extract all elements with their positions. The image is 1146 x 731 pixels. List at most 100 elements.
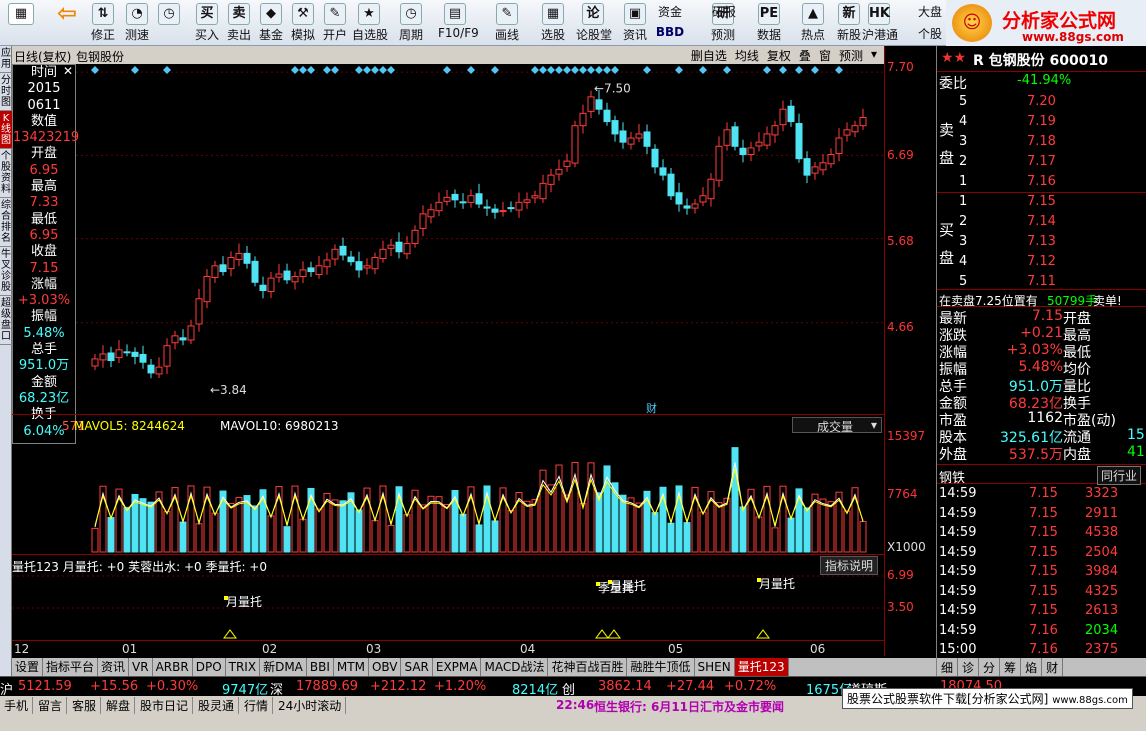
buy-price[interactable]: 7.15 [1027, 194, 1056, 214]
period-label[interactable]: 日线(复权) [14, 48, 71, 65]
close-icon[interactable]: ✕ [63, 65, 73, 77]
status-link[interactable]: 解盘 [102, 697, 136, 714]
status-link[interactable]: 股市日记 [136, 697, 194, 714]
chart-tool-button[interactable]: 均线 [732, 47, 762, 64]
sell-price[interactable]: 7.17 [1027, 154, 1056, 174]
sell-price[interactable]: 7.16 [1027, 174, 1056, 194]
quote-tab[interactable]: 分 [979, 658, 1001, 676]
buy-price[interactable]: 7.13 [1027, 234, 1056, 254]
left-tab[interactable]: K线图 [0, 111, 12, 149]
quote-tab[interactable]: 筹 [1000, 658, 1022, 676]
sector-tab[interactable]: 同行业 [1097, 466, 1142, 485]
chevron-down-icon[interactable]: ▾ [868, 47, 880, 64]
draw-line-button[interactable]: ✎ 画线 [490, 2, 524, 44]
indicator-tab[interactable]: 量托123 [734, 658, 789, 676]
info-label: 数值 [30, 113, 57, 129]
sell-button[interactable]: 卖卖出 [222, 2, 256, 44]
chart-tool-button[interactable]: 叠 [796, 47, 814, 64]
indicator-tab[interactable]: 新DMA [260, 658, 307, 676]
stock-picker-button[interactable]: ▦ 选股 [536, 2, 570, 44]
chart-tool-button[interactable]: 预测 [836, 47, 866, 64]
indicator-tab[interactable]: SHEN [695, 658, 735, 676]
main-menu-icon[interactable]: ▦ [4, 2, 38, 44]
candle-body [683, 205, 691, 209]
hot-button[interactable]: ▲ 热点 [796, 2, 830, 44]
signal-diamond-marker [555, 66, 563, 74]
left-tab[interactable]: 综合排名 [0, 198, 12, 247]
indicator-tab[interactable]: ARBR [153, 658, 193, 676]
period-button[interactable]: ◷ 周期 [394, 2, 428, 44]
tick-volume: 3984 [1085, 564, 1119, 579]
status-link[interactable]: 客服 [68, 697, 102, 714]
favorites-button[interactable]: ★ 自选股 [352, 2, 388, 44]
research-button[interactable]: 研报 [704, 3, 744, 45]
candlestick-chart[interactable]: ←7.50 ←3.84 财 [12, 64, 884, 414]
indicator-tab[interactable]: OBV [369, 658, 402, 676]
indicator-help-button[interactable]: 指标说明 [819, 556, 878, 575]
status-link[interactable]: 行情 [240, 697, 274, 714]
forum-button[interactable]: 论论股堂 [576, 2, 612, 44]
status-link[interactable]: 留言 [34, 697, 68, 714]
back-button[interactable]: ⇦ [50, 1, 84, 44]
chart-tool-button[interactable]: 删自选 [688, 47, 730, 64]
buy-icon: 买 [196, 3, 218, 25]
stat-value-right: 157 [1127, 427, 1146, 443]
left-tab[interactable]: 超级盘口 [0, 296, 12, 345]
sz-pct: +1.20% [434, 679, 487, 694]
clock-button[interactable]: ◷ [152, 2, 186, 44]
volume-select[interactable]: 成交量 ▾ [792, 417, 882, 434]
quote-tab[interactable]: 细 [937, 658, 959, 676]
left-tab[interactable]: 应用 [0, 46, 12, 73]
indicator-tab[interactable]: 指标平台 [43, 658, 99, 676]
indicator-tab[interactable]: 花神百战百胜 [548, 658, 628, 676]
left-tab[interactable]: 分时图 [0, 73, 12, 111]
sell-price[interactable]: 7.18 [1027, 134, 1056, 154]
indicator-tab[interactable]: 融胜牛顶低 [627, 658, 695, 676]
quote-tab[interactable]: 财 [1042, 658, 1064, 676]
left-tab[interactable]: 牛叉诊股 [0, 247, 12, 296]
signal-diamond-marker [443, 66, 451, 74]
indicator-tab[interactable]: MACD战法 [481, 658, 549, 676]
download-banner[interactable]: 股票公式股票软件下载[分析家公式网] www.88gs.com [842, 688, 1133, 709]
quote-tab[interactable]: 诊 [958, 658, 980, 676]
news-button[interactable]: ▣ 资讯 [618, 2, 652, 44]
toolbar-label: 基金 [258, 28, 283, 42]
chart-tool-button[interactable]: 窗 [816, 47, 834, 64]
account-button[interactable]: ✎ 开户 [318, 2, 352, 44]
signal-diamond-marker [547, 66, 555, 74]
speed-test-button[interactable]: ◔ 测速 [120, 2, 154, 44]
indicator-tab[interactable]: SAR [401, 658, 433, 676]
tick-price: 7.15 [1029, 583, 1058, 599]
indicator-tab[interactable]: 资讯 [98, 658, 130, 676]
data-button[interactable]: PE 数据 [752, 2, 786, 44]
signal-diamond-marker [163, 66, 171, 74]
indicator-tab[interactable]: 设置 [12, 658, 44, 676]
indicator-tab[interactable]: EXPMA [433, 658, 482, 676]
hk-connect-button[interactable]: HK 沪港通 [862, 2, 898, 44]
stock-picker-icon: ▦ [542, 3, 564, 25]
candle-body [459, 201, 467, 204]
f10-button[interactable]: ▤ F10/F9 [438, 2, 479, 44]
sell-price[interactable]: 7.19 [1027, 114, 1056, 134]
quote-tab[interactable]: 焰 [1021, 658, 1043, 676]
indicator-tab[interactable]: DPO [193, 658, 226, 676]
hammer-button[interactable]: ⚒ 模拟 [286, 2, 320, 44]
indicator-tab[interactable]: BBI [307, 658, 334, 676]
news-headline[interactable]: 恒生银行: 6月11日汇市及金市要闻 [594, 698, 784, 715]
buy-price[interactable]: 7.14 [1027, 214, 1056, 234]
status-link[interactable]: 股灵通 [194, 697, 240, 714]
fund-button[interactable]: ◆ 基金 [254, 2, 288, 44]
indicator-tab[interactable]: MTM [334, 658, 369, 676]
sell-price[interactable]: 7.20 [1027, 94, 1056, 114]
status-link[interactable]: 24小时滚动 [274, 697, 347, 714]
new-stock-button[interactable]: 新新股 [832, 2, 866, 44]
buy-price[interactable]: 7.12 [1027, 254, 1056, 274]
indicator-tab[interactable]: VR [129, 658, 153, 676]
chart-tool-button[interactable]: 复权 [764, 47, 794, 64]
up-down-arrow-button[interactable]: ⇅ 修正 [86, 2, 120, 44]
left-tab[interactable]: 个股资料 [0, 149, 12, 198]
buy-button[interactable]: 买买入 [190, 2, 224, 44]
info-value: 68.23亿 [18, 390, 70, 406]
indicator-tab[interactable]: TRIX [226, 658, 261, 676]
status-link[interactable]: 手机 [0, 697, 34, 714]
